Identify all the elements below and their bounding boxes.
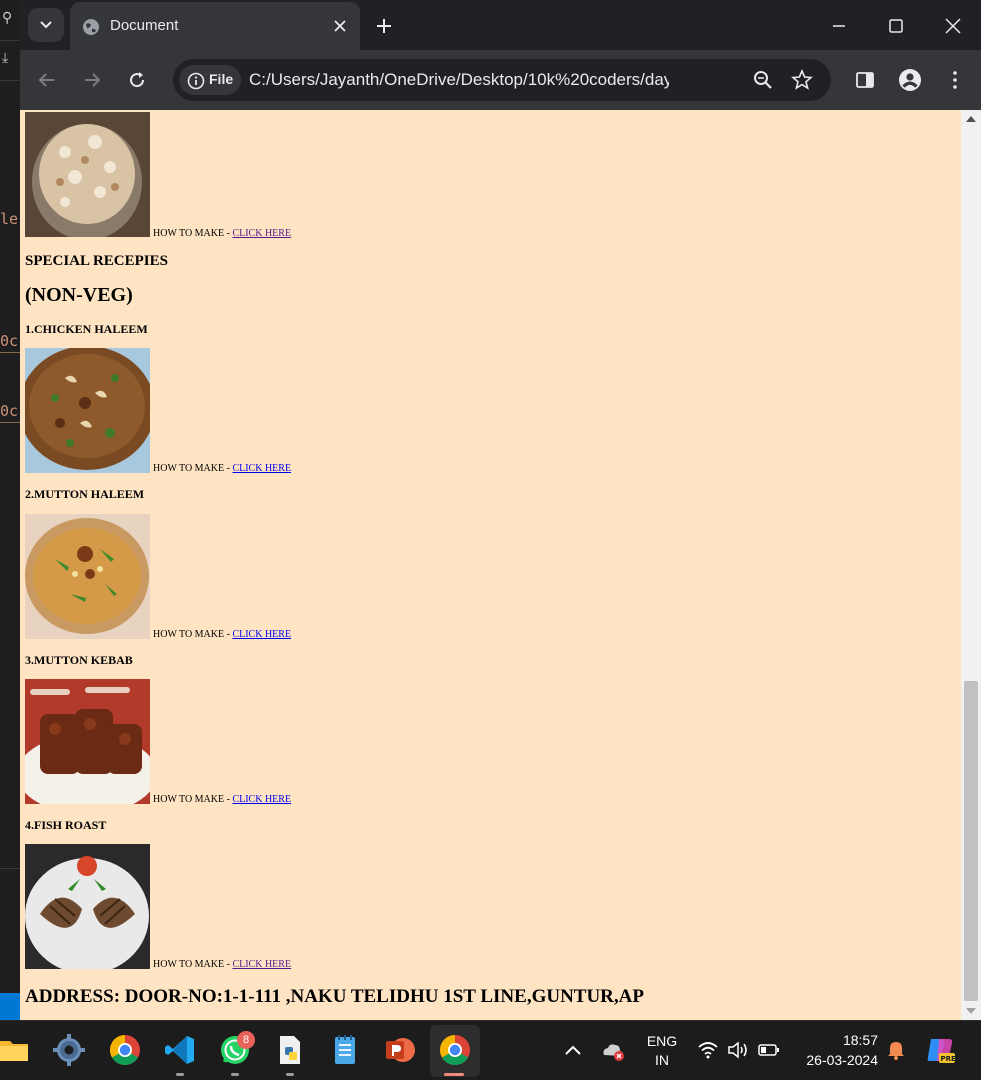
recipe-title: 2.MUTTON HALEEM [25,487,145,501]
zoom-icon[interactable] [751,68,775,92]
editor-divider [0,868,20,869]
non-veg-heading: (NON-VEG) [25,284,133,306]
clock-date[interactable]: 26-03-2024 [790,1052,878,1068]
volume-icon[interactable] [727,1041,751,1059]
scroll-down-arrow-icon[interactable] [966,1008,976,1014]
tab-title: Document [110,17,179,34]
editor-code-fragment: 0c [0,332,19,350]
profile-icon[interactable] [898,68,922,92]
how-to-line: HOW TO MAKE - CLICK HERE [153,228,291,239]
chicken-haleem-image [25,348,150,473]
how-to-label: HOW TO MAKE - [153,463,233,474]
how-to-label: HOW TO MAKE - [153,959,233,970]
scroll-up-arrow-icon[interactable] [966,116,976,122]
bookmark-star-icon[interactable] [790,68,814,92]
editor-toolbar-icon: ⚲ [2,10,13,26]
how-to-line: HOW TO MAKE - CLICK HERE [153,959,291,970]
running-indicator [231,1073,239,1076]
how-to-label: HOW TO MAKE - [153,629,233,640]
background-editor-sliver: ⚲ ⤓ le 0c 0c [0,0,20,1020]
click-here-link[interactable]: CLICK HERE [232,794,291,805]
tab-search-button[interactable] [28,8,64,42]
page-viewport: HOW TO MAKE - CLICK HERE SPECIAL RECEPIE… [20,110,961,1020]
back-icon[interactable] [35,68,59,92]
mutton-haleem-image [25,514,150,639]
whatsapp-badge: 8 [237,1031,255,1049]
editor-divider [0,80,20,81]
how-to-line: HOW TO MAKE - CLICK HERE [153,463,291,474]
recipe-title: 1.CHICKEN HALEEM [25,322,148,336]
close-tab-icon[interactable] [330,16,350,36]
language-bottom[interactable]: IN [642,1052,682,1068]
site-info-chip[interactable]: File [179,65,241,95]
click-here-link[interactable]: CLICK HERE [232,959,291,970]
copilot-pre-text: PRE [941,1055,956,1063]
active-indicator [444,1073,464,1076]
forward-icon[interactable] [80,68,104,92]
chrome-icon[interactable] [108,1033,142,1067]
maximize-icon[interactable] [884,14,908,38]
download-icon: ⤓ [2,50,9,66]
how-to-line: HOW TO MAKE - CLICK HERE [153,794,291,805]
editor-underline [0,422,20,423]
editor-code-fragment: le [0,210,19,228]
side-panel-icon[interactable] [853,68,877,92]
browser-chrome: Document File C:/Users/Jayanth/OneDrive/… [20,0,981,110]
click-here-link[interactable]: CLICK HERE [232,463,291,474]
info-icon [187,72,205,90]
page-scrollbar[interactable] [961,110,981,1020]
menu-kebab-icon[interactable] [943,68,967,92]
editor-status-bar [0,993,20,1020]
wifi-icon[interactable] [697,1041,719,1059]
running-indicator [176,1073,184,1076]
address-heading: ADDRESS: DOOR-NO:1-1-111 ,NAKU TELIDHU 1… [25,986,644,1007]
settings-gear-icon[interactable] [52,1033,86,1067]
editor-code-fragment: 0c [0,402,19,420]
recipe-title: 3.MUTTON KEBAB [25,653,133,667]
chevron-down-icon [40,21,52,29]
how-to-line: HOW TO MAKE - CLICK HERE [153,629,291,640]
copilot-icon[interactable]: PRE [925,1035,955,1065]
notepad-icon[interactable] [328,1033,362,1067]
browser-toolbar: File C:/Users/Jayanth/OneDrive/Desktop/1… [20,50,981,110]
reload-icon[interactable] [125,68,149,92]
minimize-icon[interactable] [827,14,851,38]
chevron-up-icon[interactable] [562,1041,584,1059]
globe-icon [83,19,99,35]
special-recipes-heading: SPECIAL RECEPIES [25,253,168,269]
editor-divider [0,40,20,41]
close-window-icon[interactable] [941,14,965,38]
python-file-icon[interactable] [273,1033,307,1067]
recipe-title: 4.FISH ROAST [25,818,107,832]
new-tab-icon[interactable] [372,14,396,38]
address-bar[interactable]: File C:/Users/Jayanth/OneDrive/Desktop/1… [173,59,831,101]
how-to-label: HOW TO MAKE - [153,794,233,805]
sweet-dish-image [25,112,150,237]
site-info-label: File [209,71,234,87]
click-here-link[interactable]: CLICK HERE [232,629,291,640]
vscode-icon[interactable] [163,1033,197,1067]
powerpoint-icon[interactable] [383,1033,417,1067]
editor-underline [0,352,20,353]
battery-icon[interactable] [758,1043,780,1057]
how-to-label: HOW TO MAKE - [153,228,233,239]
onedrive-error-icon[interactable] [600,1039,626,1063]
scrollbar-thumb[interactable] [964,681,978,1001]
browser-tab[interactable]: Document [70,2,360,50]
chrome-active-icon[interactable] [438,1033,472,1067]
notification-bell-icon[interactable] [886,1039,906,1061]
file-explorer-icon[interactable] [0,1033,30,1067]
click-here-link[interactable]: CLICK HERE [232,228,291,239]
url-text[interactable]: C:/Users/Jayanth/OneDrive/Desktop/10k%20… [249,70,669,90]
language-top[interactable]: ENG [642,1033,682,1049]
clock-time[interactable]: 18:57 [800,1032,878,1048]
mutton-kebab-image [25,679,150,804]
tab-strip: Document [20,0,981,50]
fish-roast-image [25,844,150,969]
running-indicator [286,1073,294,1076]
windows-taskbar: ENG IN 18:57 26-03-2024 PRE [0,1020,981,1080]
